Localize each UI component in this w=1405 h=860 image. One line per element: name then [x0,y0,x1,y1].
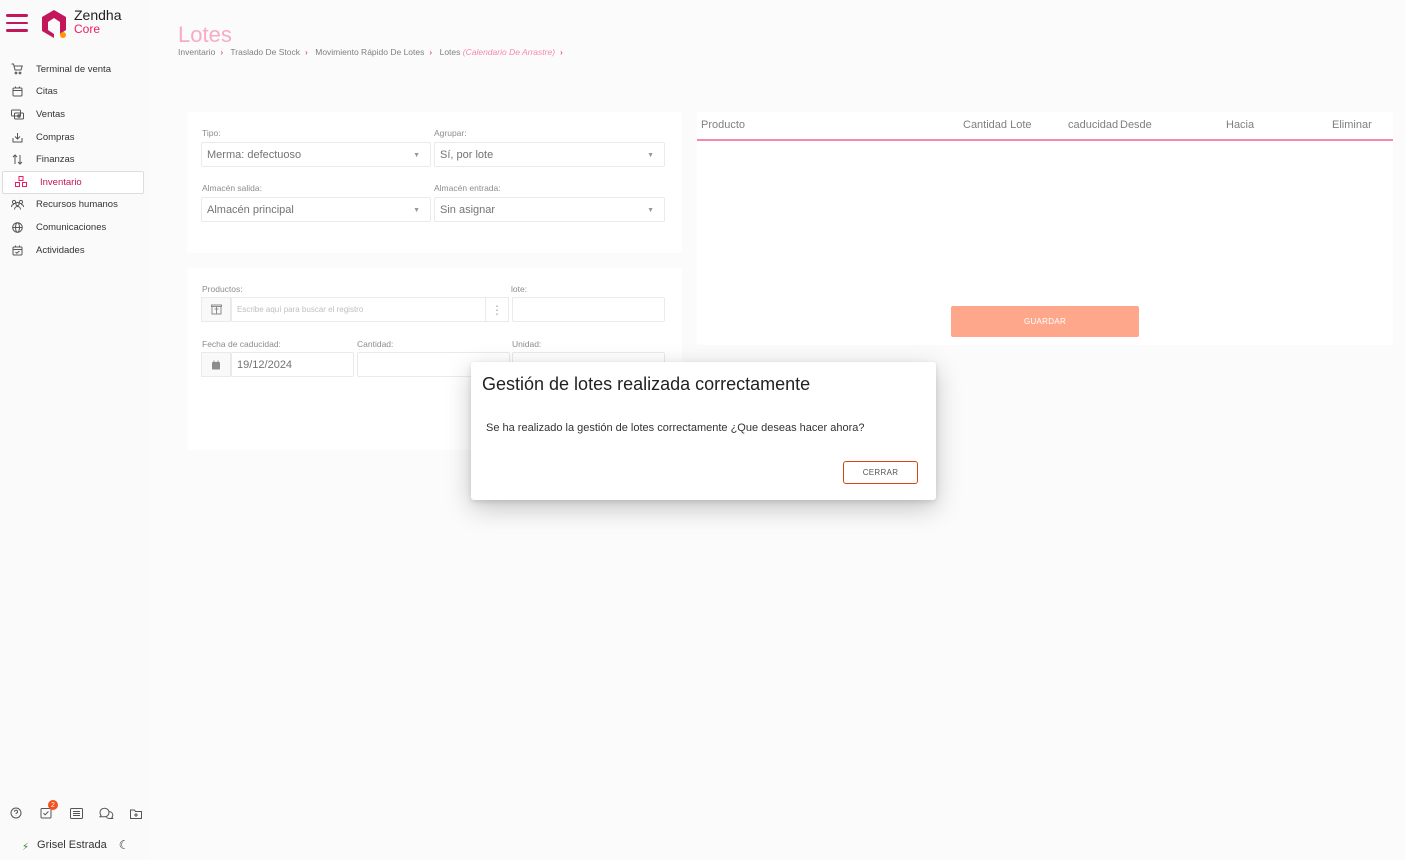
dialog-title: Gestión de lotes realizada correctamente [482,374,811,394]
sidebar-item-terminal-de-venta[interactable]: Terminal de venta [2,58,144,81]
sidebar-nav: Terminal de venta Citas Ventas Compras F… [2,58,144,261]
sidebar-item-label: Citas [36,86,58,98]
list-icon[interactable] [68,805,84,821]
download-tray-icon [10,130,24,144]
sidebar-item-label: Inventario [40,176,82,188]
user-name: Grisel Estrada [37,838,107,851]
calendar-icon [10,85,24,99]
app-subname: Core [74,22,101,36]
arrows-updown-icon [10,153,24,167]
sidebar-item-recursos-humanos[interactable]: Recursos humanos [2,194,144,217]
sidebar-item-label: Finanzas [36,154,75,166]
app-logo[interactable]: Zendha Core [40,8,121,40]
help-icon[interactable] [8,805,24,821]
sidebar-item-label: Recursos humanos [36,199,118,211]
status-bolt-icon: ⚡ [22,842,30,853]
success-dialog: Gestión de lotes realizada correctamente… [471,362,936,500]
sidebar-item-label: Terminal de venta [36,63,111,75]
cart-icon [10,62,24,76]
sidebar-item-label: Compras [36,131,75,143]
sidebar-bottom-toolbar: 2 [8,800,144,821]
chat-icon[interactable] [98,805,114,821]
tasks-icon[interactable]: 2 [38,800,58,821]
close-button[interactable]: CERRAR [843,461,918,484]
sidebar-item-label: Ventas [36,108,66,120]
notification-badge: 2 [48,800,58,810]
dark-mode-moon-icon[interactable]: ☾ [119,838,130,852]
app-name: Zendha [74,7,122,23]
sidebar-item-inventario[interactable]: Inventario [2,170,144,194]
globe-icon [10,220,24,234]
sidebar-item-ventas[interactable]: Ventas [2,103,144,126]
people-icon [10,198,24,212]
sidebar: Zendha Core Terminal de venta Citas Vent… [0,0,148,860]
sidebar-item-citas[interactable]: Citas [2,81,144,104]
menu-icon[interactable] [6,14,28,32]
folder-icon[interactable] [128,805,144,821]
calendar-check-icon [10,243,24,257]
sidebar-item-label: Actividades [36,244,85,256]
sidebar-item-finanzas[interactable]: Finanzas [2,148,144,171]
zendha-logo-icon [42,10,66,38]
sidebar-item-comunicaciones[interactable]: Comunicaciones [2,216,144,239]
money-icon [10,107,24,121]
sidebar-item-label: Comunicaciones [36,221,107,233]
dialog-message: Se ha realizado la gestión de lotes corr… [486,422,865,434]
boxes-icon [14,175,28,189]
user-profile[interactable]: ⚡ Grisel Estrada ☾ [22,836,130,854]
sidebar-item-compras[interactable]: Compras [2,126,144,149]
sidebar-item-actividades[interactable]: Actividades [2,239,144,262]
